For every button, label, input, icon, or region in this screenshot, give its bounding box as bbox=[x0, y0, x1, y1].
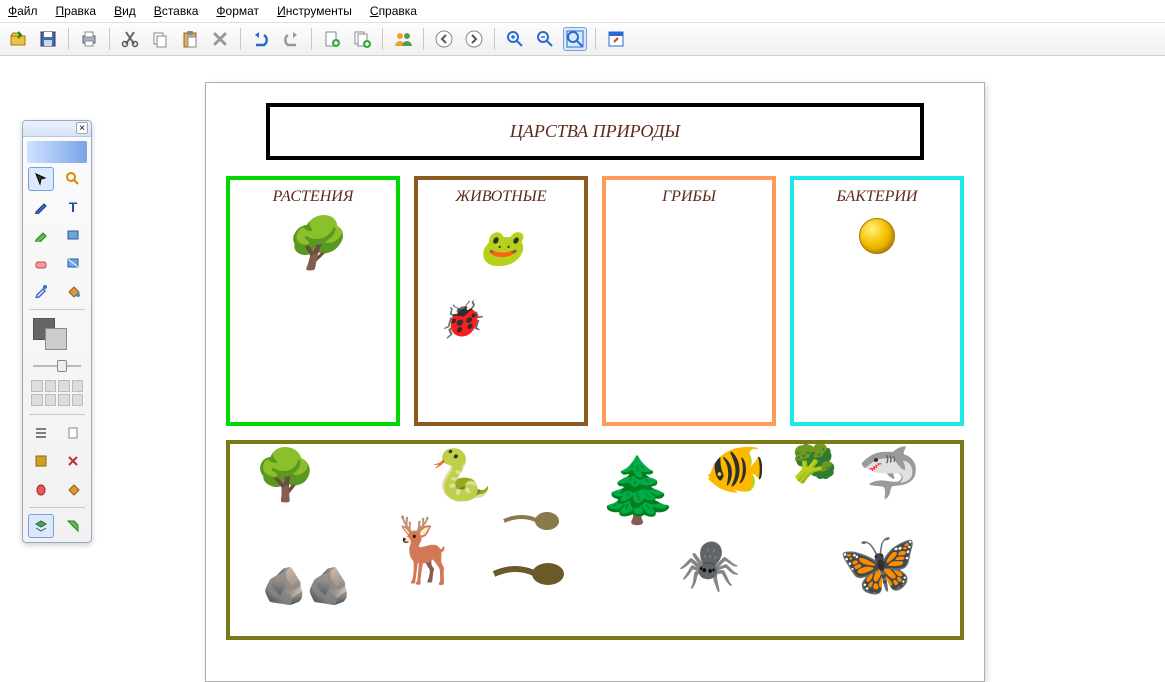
menu-tools[interactable]: Инструменты bbox=[277, 4, 352, 18]
menu-format[interactable]: Формат bbox=[216, 4, 259, 18]
line-style-grid[interactable] bbox=[31, 380, 83, 406]
bucket2-tool[interactable] bbox=[60, 477, 86, 501]
menubar: Файл Правка Вид Вставка Формат Инструмен… bbox=[0, 0, 1165, 23]
category-row: РАСТЕНИЯ 🌳 ЖИВОТНЫЕ 🐸 🐞 ГРИБЫ БАКТЕРИИ bbox=[226, 176, 964, 426]
menu-edit[interactable]: Правка bbox=[56, 4, 97, 18]
birch-tree-icon[interactable]: 🌳 bbox=[254, 450, 316, 500]
undo-button[interactable] bbox=[249, 27, 273, 51]
bacteria-icon[interactable] bbox=[859, 218, 895, 254]
cross-tool[interactable] bbox=[60, 449, 86, 473]
category-plants-label: РАСТЕНИЯ bbox=[273, 188, 354, 206]
pencil-tool[interactable] bbox=[28, 195, 54, 219]
category-fungi[interactable]: ГРИБЫ bbox=[602, 176, 776, 426]
page-tool[interactable] bbox=[60, 421, 86, 445]
copy-button[interactable] bbox=[148, 27, 172, 51]
redo-button[interactable] bbox=[279, 27, 303, 51]
tag-tool[interactable] bbox=[60, 514, 86, 538]
category-bacteria[interactable]: БАКТЕРИИ bbox=[790, 176, 964, 426]
save-button[interactable] bbox=[36, 27, 60, 51]
workspace: × T bbox=[0, 56, 1165, 676]
menu-help[interactable]: Справка bbox=[370, 4, 417, 18]
ladybug-icon[interactable]: 🐞 bbox=[438, 302, 483, 338]
pine-tree-icon[interactable]: 🌲 bbox=[598, 458, 678, 522]
broccoli-icon[interactable]: 🥦 bbox=[792, 446, 837, 482]
menu-file[interactable]: Файл bbox=[8, 4, 38, 18]
arrow-tool[interactable] bbox=[28, 167, 54, 191]
shape-rect-tool[interactable] bbox=[60, 223, 86, 247]
document-title: ЦАРСТВА ПРИРОДЫ bbox=[510, 121, 680, 141]
zoom-fit-button[interactable] bbox=[563, 27, 587, 51]
zoom-out-button[interactable] bbox=[533, 27, 557, 51]
menu-insert[interactable]: Вставка bbox=[154, 4, 199, 18]
shark-icon[interactable]: 🦈 bbox=[858, 448, 920, 498]
antelope-icon[interactable]: 🦌 bbox=[386, 518, 466, 582]
tree-icon[interactable]: 🌳 bbox=[282, 218, 344, 268]
palette-close-button[interactable]: × bbox=[76, 122, 88, 134]
paste-button[interactable] bbox=[178, 27, 202, 51]
tadpole1-icon[interactable] bbox=[502, 510, 562, 532]
category-fungi-label: ГРИБЫ bbox=[662, 188, 716, 206]
butterfly-icon[interactable]: 🦋 bbox=[838, 532, 918, 596]
cut-button[interactable] bbox=[118, 27, 142, 51]
zoom-in-button[interactable] bbox=[503, 27, 527, 51]
shape-ellipse-tool[interactable] bbox=[60, 251, 86, 275]
layers-tool[interactable] bbox=[28, 514, 54, 538]
palette-header-image bbox=[27, 141, 87, 163]
document-page[interactable]: ЦАРСТВА ПРИРОДЫ РАСТЕНИЯ 🌳 ЖИВОТНЫЕ 🐸 🐞 … bbox=[205, 82, 985, 682]
category-animals[interactable]: ЖИВОТНЫЕ 🐸 🐞 bbox=[414, 176, 588, 426]
next-button[interactable] bbox=[462, 27, 486, 51]
item-pool[interactable]: 🌳 🐍 🌲 🐠 🥦 🦈 🦌 🪨🪨 🕷️ 🦋 bbox=[226, 440, 964, 640]
media-tool[interactable] bbox=[28, 449, 54, 473]
opacity-slider[interactable] bbox=[33, 362, 81, 370]
category-plants[interactable]: РАСТЕНИЯ 🌳 bbox=[226, 176, 400, 426]
highlighter-tool[interactable] bbox=[28, 223, 54, 247]
prev-button[interactable] bbox=[432, 27, 456, 51]
tool-palette[interactable]: × T bbox=[22, 120, 92, 543]
rocks-icon[interactable]: 🪨🪨 bbox=[262, 568, 352, 604]
open-button[interactable] bbox=[6, 27, 30, 51]
clownfish-icon[interactable]: 🐠 bbox=[704, 444, 766, 494]
category-bacteria-label: БАКТЕРИИ bbox=[837, 188, 918, 206]
palette-titlebar[interactable]: × bbox=[23, 121, 91, 137]
zoom-tool[interactable] bbox=[60, 167, 86, 191]
new-pages-button[interactable] bbox=[350, 27, 374, 51]
print-button[interactable] bbox=[77, 27, 101, 51]
category-animals-label: ЖИВОТНЫЕ bbox=[456, 188, 547, 206]
text-tool[interactable]: T bbox=[60, 195, 86, 219]
users-button[interactable] bbox=[391, 27, 415, 51]
tadpole2-icon[interactable] bbox=[492, 560, 568, 588]
list-tool[interactable] bbox=[28, 421, 54, 445]
new-page-button[interactable] bbox=[320, 27, 344, 51]
eraser-tool[interactable] bbox=[28, 251, 54, 275]
spider-icon[interactable]: 🕷️ bbox=[678, 540, 740, 590]
bucket-tool[interactable] bbox=[60, 279, 86, 303]
title-box[interactable]: ЦАРСТВА ПРИРОДЫ bbox=[266, 103, 924, 160]
color-swatches[interactable] bbox=[31, 318, 83, 352]
snake-icon[interactable]: 🐍 bbox=[430, 450, 492, 500]
menu-view[interactable]: Вид bbox=[114, 4, 136, 18]
bg-color-swatch[interactable] bbox=[45, 328, 67, 350]
window-button[interactable] bbox=[604, 27, 628, 51]
frog-icon[interactable]: 🐸 bbox=[479, 230, 524, 266]
main-toolbar bbox=[0, 23, 1165, 56]
eyedropper-tool[interactable] bbox=[28, 279, 54, 303]
delete-button[interactable] bbox=[208, 27, 232, 51]
mouse-tool[interactable] bbox=[28, 477, 54, 501]
